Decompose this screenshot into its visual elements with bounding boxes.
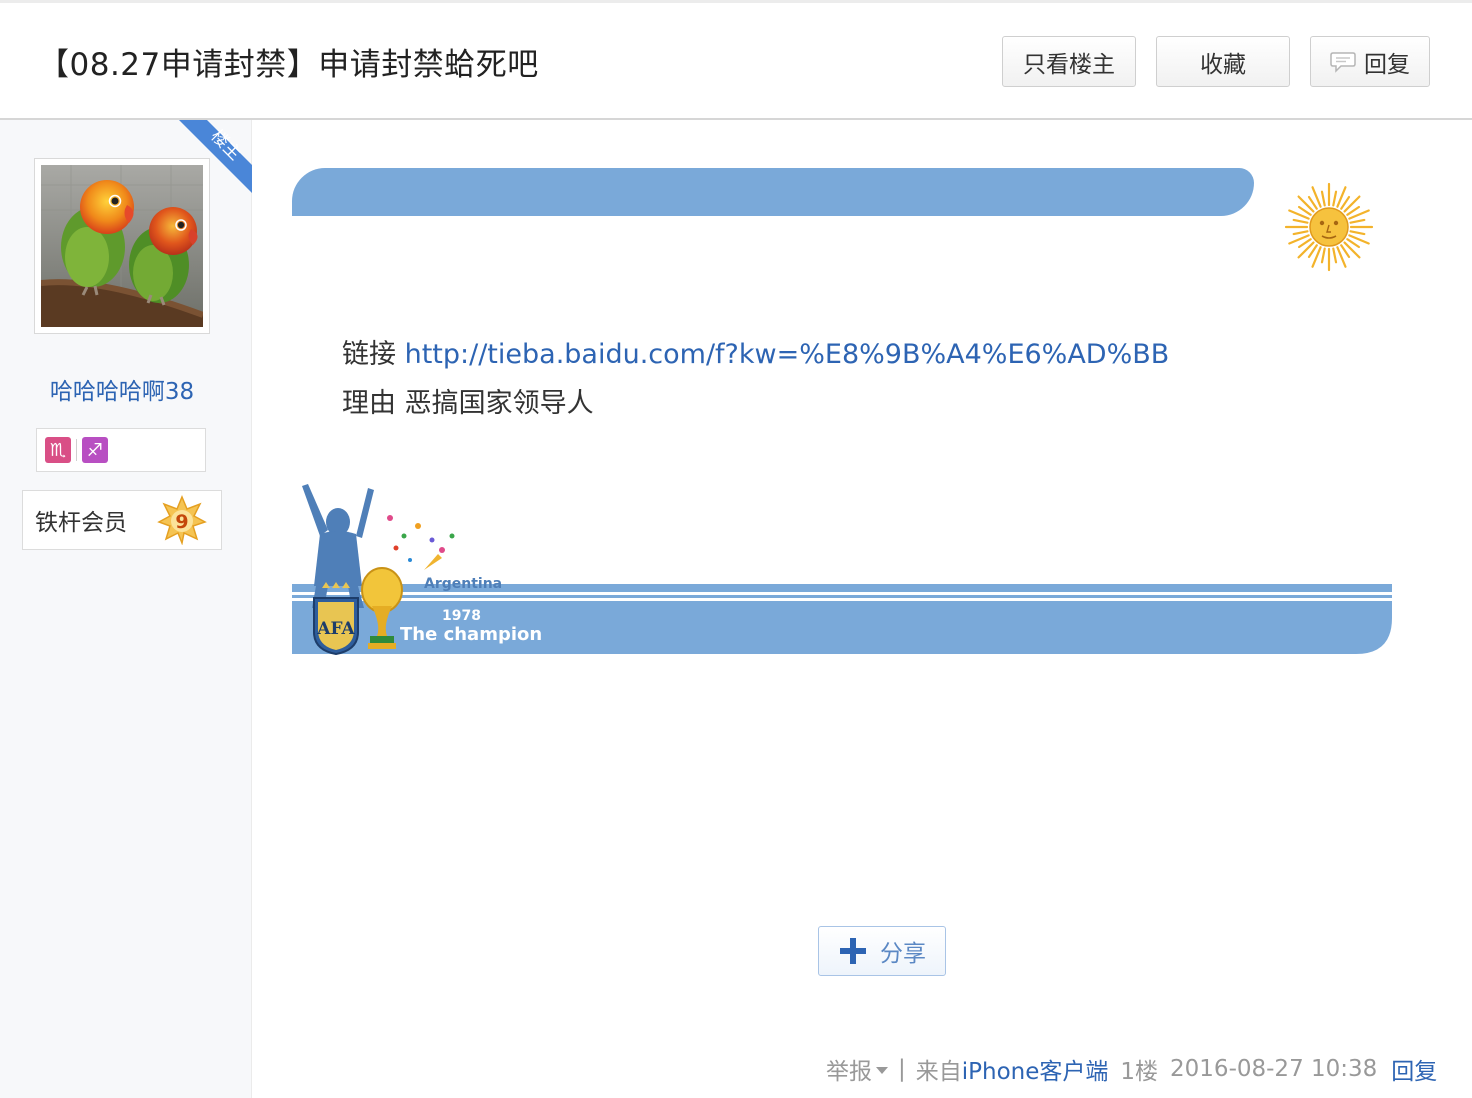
signature-caption: The champion — [400, 624, 542, 645]
thread-header: 【08.27申请封禁】申请封禁蛤死吧 只看楼主 收藏 回复 — [0, 0, 1472, 120]
footer-reply-link[interactable]: 回复 — [1391, 1052, 1437, 1086]
signature-title: Argentina — [424, 576, 502, 592]
reply-label: 回复 — [1364, 51, 1410, 78]
plus-icon — [840, 938, 866, 964]
report-button[interactable]: 举报 — [826, 1052, 888, 1086]
sagittarius-icon[interactable]: ♐ — [82, 437, 108, 463]
signature-banner-argentina: AFA Argentina 1978 The champion — [292, 484, 1392, 656]
only-op-button[interactable]: 只看楼主 — [1002, 36, 1136, 87]
link-label: 链接 — [342, 339, 396, 370]
reply-button[interactable]: 回复 — [1310, 36, 1430, 87]
level-number: 9 — [175, 511, 188, 533]
client-link[interactable]: iPhone客户端 — [962, 1052, 1109, 1086]
only-op-label: 只看楼主 — [1023, 51, 1115, 78]
favorite-label: 收藏 — [1200, 51, 1246, 78]
footer-separator: | — [898, 1056, 906, 1082]
signature-banner-top — [292, 168, 1254, 216]
signature-year: 1978 — [442, 608, 481, 624]
post-reason-line: 理由 恶搞国家领导人 — [342, 381, 594, 420]
scorpio-icon[interactable]: ♏ — [45, 437, 71, 463]
share-button[interactable]: 分享 — [818, 926, 946, 976]
thread-title: 【08.27申请封禁】申请封禁蛤死吧 — [38, 47, 539, 83]
floor-number: 1楼 — [1120, 1059, 1159, 1085]
reason-text: 恶搞国家领导人 — [404, 388, 594, 419]
avatar-image — [41, 165, 203, 327]
report-label: 举报 — [826, 1059, 872, 1085]
favorite-button[interactable]: 收藏 — [1156, 36, 1290, 87]
sun-of-may-icon — [1284, 182, 1374, 272]
afa-crest-label: AFA — [316, 619, 355, 639]
level-badge-icon: 9 — [157, 495, 207, 545]
level-name: 铁杆会员 — [35, 510, 127, 536]
author-username[interactable]: 哈哈哈哈啊38 — [0, 372, 244, 406]
from-prefix: 来自 — [915, 1059, 962, 1085]
post-time: 2016-08-27 10:38 — [1170, 1056, 1378, 1082]
speech-bubble-icon — [1330, 51, 1356, 73]
post-footer: 举报 | 来自 iPhone客户端 1楼 2016-08-27 10:38 回复 — [826, 1052, 1437, 1086]
icon-divider — [76, 439, 77, 461]
chevron-down-icon — [876, 1066, 888, 1074]
avatar[interactable] — [34, 158, 210, 334]
share-label: 分享 — [880, 941, 926, 967]
reason-label: 理由 — [342, 388, 396, 419]
post-link-line: 链接 http://tieba.baidu.com/f?kw=%E8%9B%A4… — [342, 332, 1169, 371]
member-level[interactable]: 铁杆会员 9 — [22, 490, 222, 550]
author-icons: ♏ ♐ — [36, 428, 206, 472]
author-sidebar: 楼主 哈哈哈哈啊38 ♏ ♐ 铁杆会员 9 — [0, 120, 252, 1098]
forum-link[interactable]: http://tieba.baidu.com/f?kw=%E8%9B%A4%E6… — [405, 339, 1170, 370]
